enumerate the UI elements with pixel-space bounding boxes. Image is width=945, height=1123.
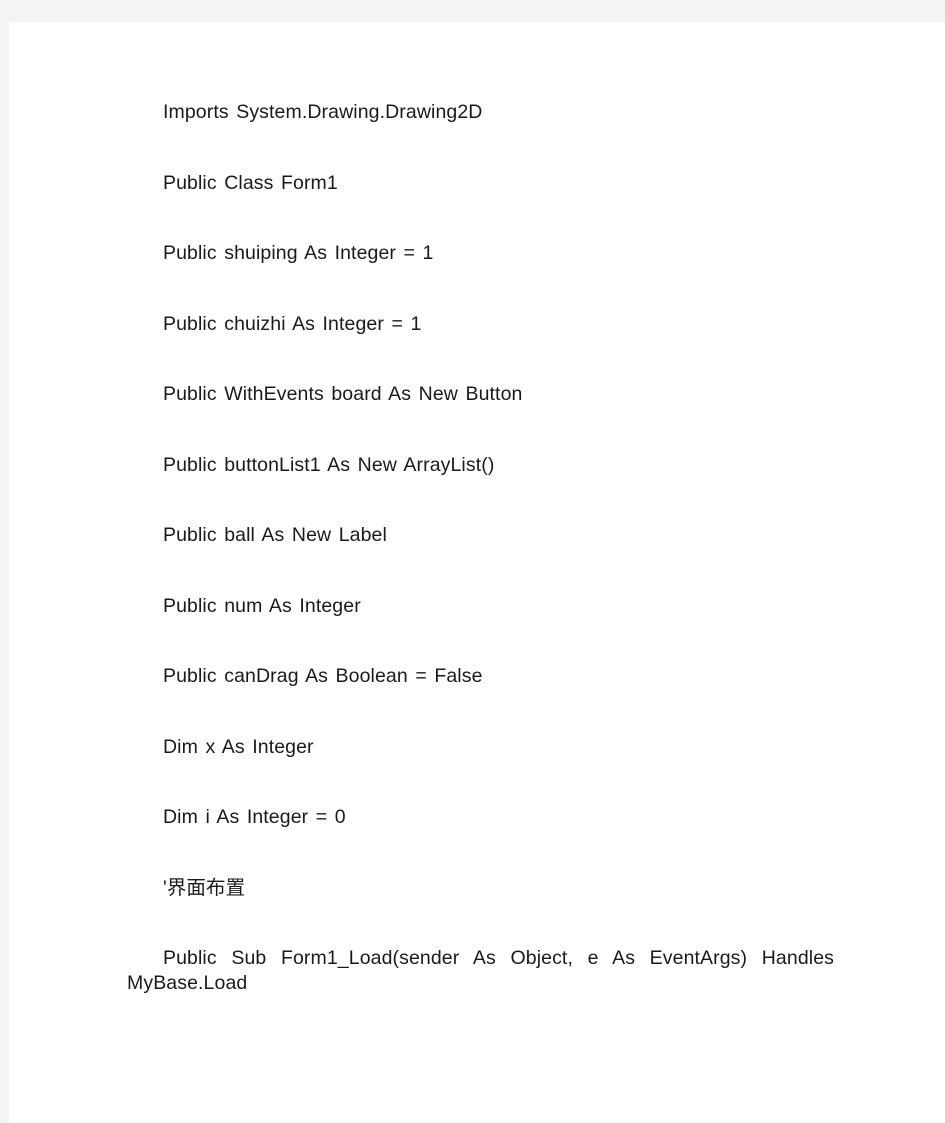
- code-line-comment-layout: '界面布置: [163, 876, 246, 899]
- code-line-form1-load-signature: Public Sub Form1_Load(sender As Object, …: [127, 947, 834, 994]
- code-line-shuiping-field: Public shuiping As Integer = 1: [163, 242, 434, 264]
- document-text-body: Imports System.Drawing.Drawing2D Public …: [127, 100, 834, 996]
- code-line-dim-x: Dim x As Integer: [163, 735, 314, 758]
- code-line-num-field: Public num As Integer: [163, 594, 361, 617]
- code-line-imports: Imports System.Drawing.Drawing2D: [163, 101, 483, 123]
- code-line-class-declaration: Public Class Form1: [163, 171, 338, 194]
- code-line-ball-field: Public ball As New Label: [163, 524, 387, 546]
- code-line-candrag-field: Public canDrag As Boolean = False: [163, 665, 483, 687]
- document-page-sheet: Imports System.Drawing.Drawing2D Public …: [9, 22, 945, 1123]
- code-line-chuizhi-field: Public chuizhi As Integer = 1: [163, 312, 422, 335]
- code-line-board-field: Public WithEvents board As New Button: [163, 383, 523, 405]
- code-line-dim-i: Dim i As Integer = 0: [163, 806, 346, 828]
- code-line-buttonlist1-field: Public buttonList1 As New ArrayList(): [163, 453, 495, 476]
